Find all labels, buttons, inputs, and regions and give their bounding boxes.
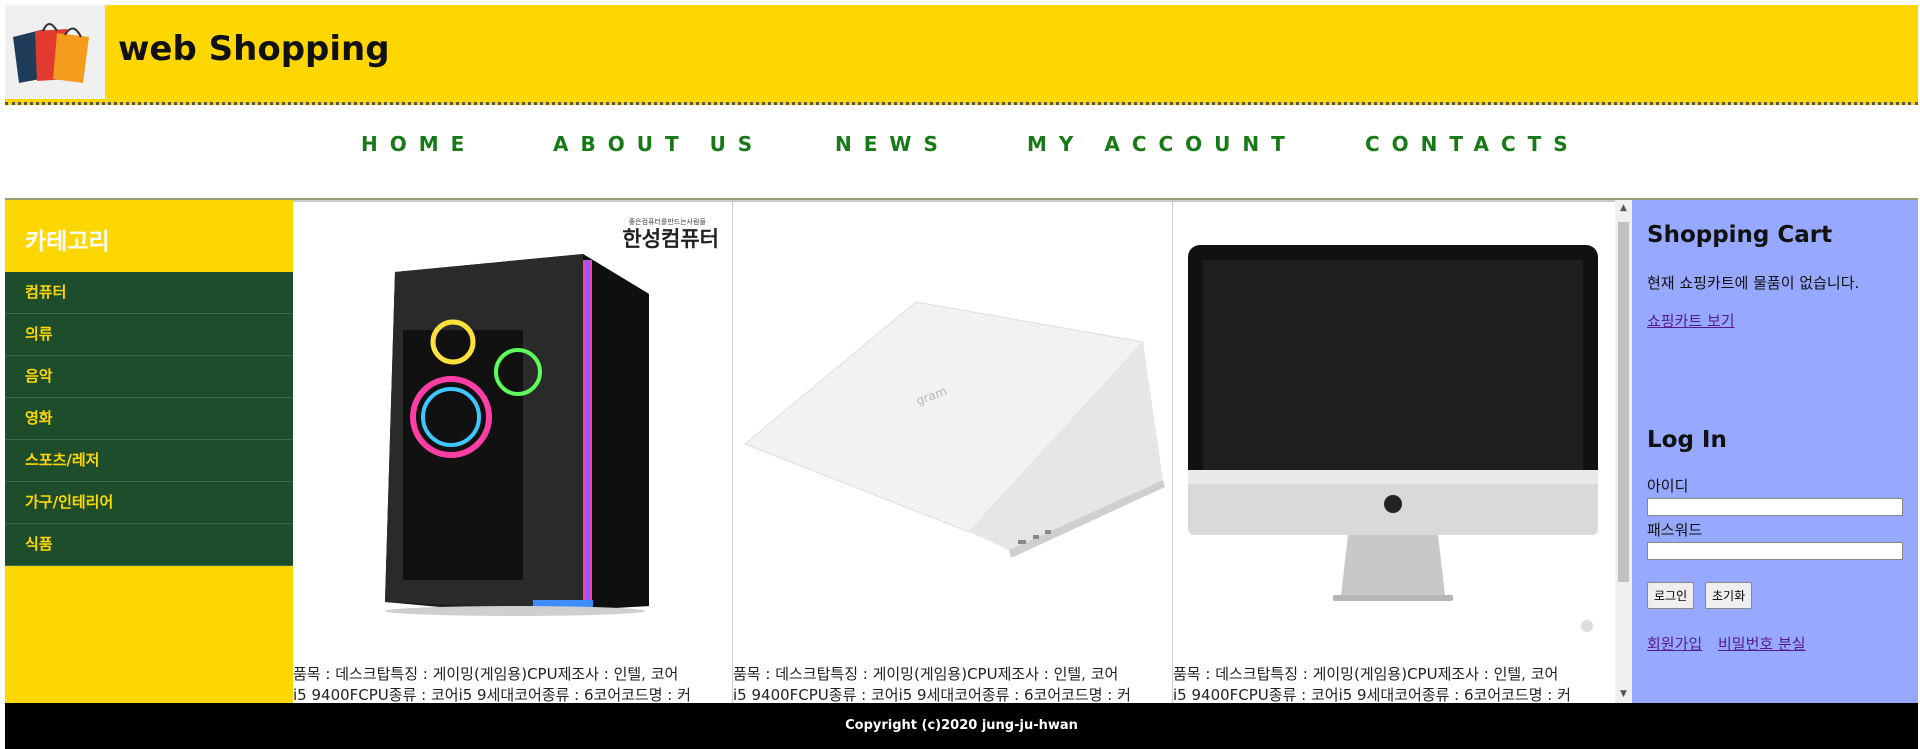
- imac-image[interactable]: [1173, 202, 1613, 657]
- category-movies[interactable]: 영화: [5, 398, 293, 440]
- category-clothing[interactable]: 의류: [5, 314, 293, 356]
- product-card[interactable]: 좋은컴퓨터를만드는사람들 한성컴퓨터 품목 : 데스크탑특징 : 게이밍(게임용…: [293, 202, 733, 705]
- product-desc-line2: i5 9400FCPU종류 : 코어i5 9세대코어종류 : 6코어코드명 : …: [293, 686, 691, 704]
- category-food[interactable]: 식품: [5, 524, 293, 566]
- category-title: 카테고리: [25, 229, 110, 255]
- site-header: web Shopping: [5, 5, 1918, 105]
- content-scrollbar[interactable]: ▲ ▼: [1615, 200, 1632, 703]
- login-title: Log In: [1647, 427, 1727, 453]
- product-desc-line1: 품목 : 데스크탑특징 : 게이밍(게임용)CPU제조사 : 인텔, 코어: [293, 665, 679, 683]
- cart-title: Shopping Cart: [1647, 222, 1833, 248]
- lost-password-link[interactable]: 비밀번호 분실: [1718, 633, 1806, 654]
- site-title: web Shopping: [118, 29, 390, 69]
- category-computer[interactable]: 컴퓨터: [5, 272, 293, 314]
- shopping-bags-icon[interactable]: [5, 5, 105, 99]
- scroll-up-arrow-icon[interactable]: ▲: [1615, 200, 1632, 217]
- product-desc-line1: 품목 : 데스크탑특징 : 게이밍(게임용)CPU제조사 : 인텔, 코어: [733, 665, 1119, 683]
- scroll-thumb[interactable]: [1618, 222, 1629, 582]
- gaming-desktop-image[interactable]: 좋은컴퓨터를만드는사람들 한성컴퓨터: [293, 202, 732, 657]
- view-cart-link[interactable]: 쇼핑카트 보기: [1647, 310, 1735, 331]
- category-list: 컴퓨터 의류 음악 영화 스포츠/레저 가구/인테리어 식품: [5, 272, 293, 566]
- brand-tagline: 좋은컴퓨터를만드는사람들: [629, 217, 707, 226]
- nav-about-us[interactable]: ABOUT US: [553, 132, 764, 156]
- product-card[interactable]: gram 품목 : 데스크탑특징 : 게이밍(게임용)CPU제조사 : 인텔, …: [733, 202, 1173, 705]
- product-description: 품목 : 데스크탑특징 : 게이밍(게임용)CPU제조사 : 인텔, 코어 i5…: [293, 664, 731, 705]
- right-panel: Shopping Cart 현재 쇼핑카트에 물품이 없습니다. 쇼핑카트 보기…: [1632, 200, 1918, 703]
- category-furniture[interactable]: 가구/인테리어: [5, 482, 293, 524]
- site-footer: Copyright (c)2020 jung-ju-hwan: [5, 703, 1918, 749]
- product-description: 품목 : 데스크탑특징 : 게이밍(게임용)CPU제조사 : 인텔, 코어 i5…: [1173, 664, 1611, 705]
- category-sidebar: 카테고리 컴퓨터 의류 음악 영화 스포츠/레저 가구/인테리어 식품: [5, 200, 293, 703]
- nav-home[interactable]: HOME: [361, 132, 476, 156]
- reset-button[interactable]: 초기화: [1705, 582, 1753, 609]
- password-input[interactable]: [1647, 542, 1903, 560]
- nav-contacts[interactable]: CONTACTS: [1365, 132, 1580, 156]
- main-nav: HOME ABOUT US NEWS MY ACCOUNT CONTACTS: [5, 108, 1918, 198]
- category-music[interactable]: 음악: [5, 356, 293, 398]
- product-desc-line2: i5 9400FCPU종류 : 코어i5 9세대코어종류 : 6코어코드명 : …: [733, 686, 1131, 704]
- product-card[interactable]: 품목 : 데스크탑특징 : 게이밍(게임용)CPU제조사 : 인텔, 코어 i5…: [1173, 202, 1615, 705]
- scroll-down-arrow-icon[interactable]: ▼: [1615, 686, 1632, 703]
- product-grid: 좋은컴퓨터를만드는사람들 한성컴퓨터 품목 : 데스크탑특징 : 게이밍(게임용…: [293, 200, 1615, 705]
- product-desc-line2: i5 9400FCPU종류 : 코어i5 9세대코어종류 : 6코어코드명 : …: [1173, 686, 1571, 704]
- product-desc-line1: 품목 : 데스크탑특징 : 게이밍(게임용)CPU제조사 : 인텔, 코어: [1173, 665, 1559, 683]
- brand-logo: 한성컴퓨터: [622, 227, 719, 251]
- login-button[interactable]: 로그인: [1647, 582, 1695, 609]
- signup-link[interactable]: 회원가입: [1647, 633, 1702, 654]
- laptop-image[interactable]: gram: [733, 202, 1172, 657]
- password-label: 패스워드: [1647, 521, 1703, 539]
- category-sports[interactable]: 스포츠/레저: [5, 440, 293, 482]
- id-input[interactable]: [1647, 498, 1903, 516]
- id-label: 아이디: [1647, 477, 1689, 495]
- nav-news[interactable]: NEWS: [835, 132, 950, 156]
- copyright-text: Copyright (c)2020 jung-ju-hwan: [845, 718, 1078, 733]
- cart-empty-message: 현재 쇼핑카트에 물품이 없습니다.: [1647, 274, 1860, 292]
- nav-my-account[interactable]: MY ACCOUNT: [1027, 132, 1297, 156]
- product-description: 품목 : 데스크탑특징 : 게이밍(게임용)CPU제조사 : 인텔, 코어 i5…: [733, 664, 1171, 705]
